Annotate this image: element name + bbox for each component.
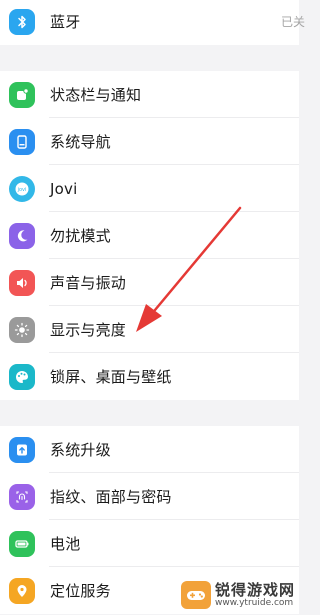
settings-item-bluetooth[interactable]: 蓝牙 已关 [0,0,305,45]
settings-item-label: 电池 [50,535,81,553]
settings-group-display: 状态栏与通知 系统导航 jovi Jovi 勿扰模式 声音与振动 显示与亮度 锁… [0,71,299,400]
battery-icon [9,530,35,557]
svg-text:jovi: jovi [17,187,27,193]
settings-item-jovi[interactable]: jovi Jovi [0,165,299,212]
navigation-icon [9,128,35,155]
notification-icon [9,81,35,108]
location-icon [9,577,35,604]
settings-item-dnd[interactable]: 勿扰模式 [0,212,299,259]
settings-item-label: 蓝牙 [50,13,81,31]
fingerprint-icon [9,483,35,510]
bluetooth-group: 蓝牙 已关 [0,0,305,45]
settings-item-navigation[interactable]: 系统导航 [0,118,299,165]
speaker-icon [9,269,35,296]
settings-item-label: 系统升级 [50,441,111,459]
settings-item-upgrade[interactable]: 系统升级 [0,426,299,473]
settings-item-label: 声音与振动 [50,274,127,292]
jovi-icon: jovi [9,175,35,202]
settings-item-display[interactable]: 显示与亮度 [0,306,299,353]
settings-item-label: 状态栏与通知 [50,86,142,104]
settings-item-label: Jovi [50,179,78,198]
watermark-name: 锐得游戏网 [214,580,295,599]
settings-item-wallpaper[interactable]: 锁屏、桌面与壁纸 [0,353,299,400]
upgrade-icon [9,436,35,463]
bluetooth-icon [9,8,35,35]
settings-item-label: 勿扰模式 [50,227,111,245]
watermark: 锐得游戏网 www.ytruide.com [180,580,295,609]
settings-item-label: 定位服务 [50,582,111,600]
settings-item-label: 显示与亮度 [50,321,127,339]
palette-icon [9,363,35,390]
gamepad-logo-icon [180,581,211,609]
section-gap [0,400,299,426]
moon-icon [9,222,35,249]
settings-item-biometrics[interactable]: 指纹、面部与密码 [0,473,299,520]
settings-item-statusbar[interactable]: 状态栏与通知 [0,71,299,118]
bluetooth-status: 已关 [280,15,305,29]
section-gap [0,45,299,71]
settings-item-label: 指纹、面部与密码 [50,488,172,506]
settings-item-label: 系统导航 [50,133,111,151]
settings-item-battery[interactable]: 电池 [0,520,299,567]
settings-item-sound[interactable]: 声音与振动 [0,259,299,306]
settings-item-label: 锁屏、桌面与壁纸 [50,368,172,386]
brightness-icon [9,316,35,343]
watermark-url: www.ytruide.com [214,597,294,608]
